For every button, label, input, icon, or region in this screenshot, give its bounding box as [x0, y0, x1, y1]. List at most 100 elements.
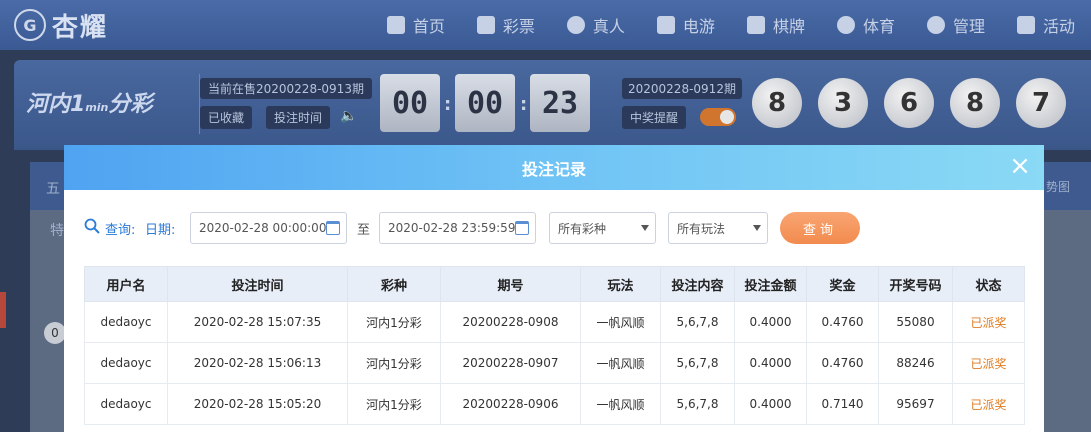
cell-prize: 0.4760 — [806, 342, 879, 384]
bet-time-button[interactable]: 投注时间 — [266, 106, 331, 129]
bet-records-modal: 投注记录 × 查询: 日期: 2020-02-28 00:00:00 至 202… — [64, 145, 1044, 432]
nav-item-slots[interactable]: 电游 — [641, 13, 731, 37]
cards-icon — [746, 16, 765, 34]
lottery-header-panel: 河内1min分彩 当前在售20200228-0913期 已收藏 投注时间 🔈 0… — [14, 60, 1091, 150]
home-icon — [386, 16, 405, 34]
top-nav-bar: G 杏耀 首页 彩票 真人 电游 棋牌 体育 管理 活动 — [0, 0, 1091, 50]
win-remind-label: 中奖提醒 — [622, 106, 687, 129]
nav-item-cards[interactable]: 棋牌 — [731, 13, 821, 37]
result-ball: 3 — [818, 78, 868, 128]
cell-lottery: 河内1分彩 — [347, 301, 441, 343]
countdown-colon: : — [444, 94, 452, 115]
cell-play: 一帆风顺 — [580, 342, 661, 384]
previous-period-label: 20200228-0912期 — [622, 78, 742, 99]
cell-status[interactable]: 已派奖 — [952, 301, 1025, 343]
table-row[interactable]: dedaoyc 2020-02-28 15:06:13 河内1分彩 202002… — [84, 342, 1025, 384]
ticket-icon — [476, 16, 495, 34]
countdown-minutes: 00 — [455, 74, 515, 132]
date-from-input[interactable]: 2020-02-28 00:00:00 — [190, 212, 347, 244]
cell-lottery: 河内1分彩 — [347, 383, 441, 425]
cell-username: dedaoyc — [84, 301, 168, 343]
chevron-down-icon — [753, 225, 761, 231]
nav-item-promos[interactable]: 活动 — [1001, 13, 1091, 37]
column-header: 期号 — [440, 266, 581, 302]
nav-item-sports[interactable]: 体育 — [821, 13, 911, 37]
nav-item-lottery[interactable]: 彩票 — [461, 13, 551, 37]
column-header: 投注内容 — [660, 266, 735, 302]
site-logo[interactable]: G 杏耀 — [14, 6, 108, 44]
nav-label: 真人 — [592, 17, 625, 36]
cell-prize: 0.4760 — [806, 301, 879, 343]
query-label: 查询: — [105, 223, 136, 238]
lottery-type-select[interactable]: 所有彩种 — [549, 212, 656, 244]
filter-bar: 查询: 日期: 2020-02-28 00:00:00 至 2020-02-28… — [84, 212, 1024, 244]
calendar-icon[interactable] — [326, 221, 340, 235]
result-ball: 8 — [752, 78, 802, 128]
cell-play: 一帆风顺 — [580, 383, 661, 425]
cell-period: 20200228-0907 — [440, 342, 581, 384]
result-ball: 8 — [950, 78, 1000, 128]
result-ball: 6 — [884, 78, 934, 128]
nav-label: 首页 — [412, 17, 445, 36]
cell-bet-time: 2020-02-28 15:06:13 — [167, 342, 348, 384]
table-row[interactable]: dedaoyc 2020-02-28 15:05:20 河内1分彩 202002… — [84, 383, 1025, 425]
cell-content: 5,6,7,8 — [660, 301, 735, 343]
column-header: 彩种 — [347, 266, 441, 302]
date-to-input[interactable]: 2020-02-28 23:59:59 — [379, 212, 536, 244]
cell-play: 一帆风顺 — [580, 301, 661, 343]
nav-item-manage[interactable]: 管理 — [911, 13, 1001, 37]
background-trend-text: 势图 — [1046, 180, 1071, 194]
table-row[interactable]: dedaoyc 2020-02-28 15:07:35 河内1分彩 202002… — [84, 301, 1025, 343]
modal-header: 投注记录 × — [64, 145, 1044, 190]
background-accent — [0, 292, 6, 328]
win-remind-toggle[interactable] — [700, 108, 736, 126]
nav-label: 体育 — [862, 17, 895, 36]
cell-amount: 0.4000 — [734, 383, 807, 425]
cell-amount: 0.4000 — [734, 301, 807, 343]
cell-username: dedaoyc — [84, 383, 168, 425]
table-header-row: 用户名 投注时间 彩种 期号 玩法 投注内容 投注金额 奖金 开奖号码 状态 — [84, 266, 1025, 302]
background-row-text: 特 — [50, 223, 64, 239]
speaker-icon[interactable]: 🔈 — [340, 108, 357, 124]
gift-icon — [1016, 16, 1035, 34]
modal-title: 投注记录 — [521, 159, 586, 179]
column-header: 投注金额 — [734, 266, 807, 302]
cell-draw-number: 55080 — [878, 301, 953, 343]
logo-text: 杏耀 — [52, 12, 109, 43]
cell-draw-number: 88246 — [878, 342, 953, 384]
play-type-select[interactable]: 所有玩法 — [668, 212, 768, 244]
cell-bet-time: 2020-02-28 15:07:35 — [167, 301, 348, 343]
search-icon — [84, 218, 100, 234]
query-button[interactable]: 查询 — [780, 212, 860, 244]
nav-label: 彩票 — [502, 17, 535, 36]
cell-content: 5,6,7,8 — [660, 383, 735, 425]
favorited-button[interactable]: 已收藏 — [200, 106, 253, 129]
countdown-seconds: 23 — [530, 74, 590, 132]
cell-status[interactable]: 已派奖 — [952, 383, 1025, 425]
nav-label: 棋牌 — [772, 17, 805, 36]
nav-label: 活动 — [1042, 17, 1075, 36]
cell-draw-number: 95697 — [878, 383, 953, 425]
cell-lottery: 河内1分彩 — [347, 342, 441, 384]
nav-item-home[interactable]: 首页 — [371, 13, 461, 37]
date-label: 日期: — [145, 223, 176, 238]
cell-prize: 0.7140 — [806, 383, 879, 425]
main-nav: 首页 彩票 真人 电游 棋牌 体育 管理 活动 — [371, 0, 1091, 50]
column-header: 奖金 — [806, 266, 879, 302]
column-header: 玩法 — [580, 266, 661, 302]
column-header: 开奖号码 — [878, 266, 953, 302]
cell-status[interactable]: 已派奖 — [952, 342, 1025, 384]
nav-item-live[interactable]: 真人 — [551, 13, 641, 37]
column-header: 投注时间 — [167, 266, 348, 302]
calendar-icon[interactable] — [515, 221, 529, 235]
background-chip: 0 — [44, 322, 66, 344]
cell-content: 5,6,7,8 — [660, 342, 735, 384]
nav-label: 管理 — [952, 17, 985, 36]
column-header: 用户名 — [84, 266, 168, 302]
logo-badge: G — [14, 9, 46, 41]
cell-amount: 0.4000 — [734, 342, 807, 384]
cell-period: 20200228-0906 — [440, 383, 581, 425]
countdown-hours: 00 — [380, 74, 440, 132]
close-icon[interactable]: × — [1008, 153, 1032, 179]
chevron-down-icon — [641, 225, 649, 231]
